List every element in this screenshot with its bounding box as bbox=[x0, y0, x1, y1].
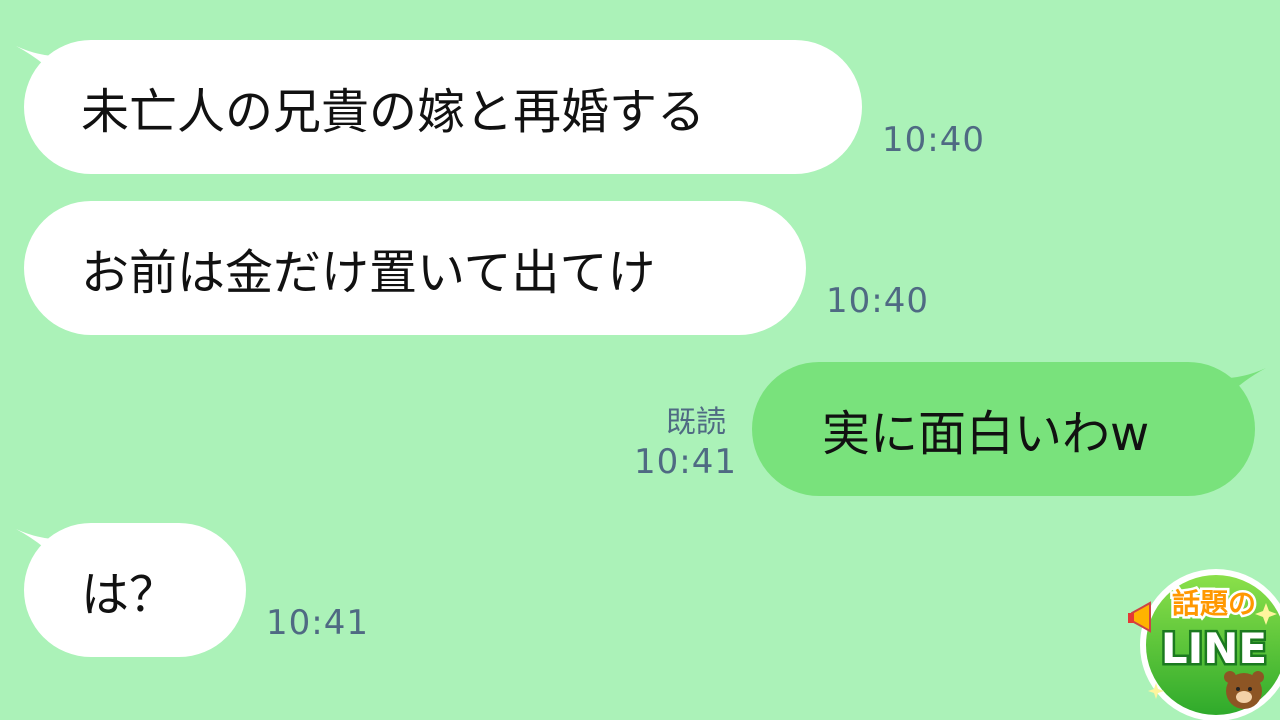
outgoing-message-bubble[interactable]: 実に面白いわw bbox=[752, 362, 1255, 496]
logo-title: 話題の bbox=[1172, 587, 1256, 620]
message-text: 実に面白いわw bbox=[822, 406, 1150, 462]
message-timestamp: 10:40 bbox=[882, 120, 985, 160]
incoming-message-bubble[interactable]: は？ bbox=[24, 523, 246, 657]
channel-logo: 話題の LINE bbox=[1128, 569, 1280, 720]
message-timestamp: 10:41 bbox=[634, 442, 737, 482]
message-text: 未亡人の兄貴の嫁と再婚する bbox=[81, 84, 706, 140]
message-timestamp: 10:41 bbox=[266, 603, 369, 643]
message-text: お前は金だけ置いて出てけ bbox=[81, 245, 656, 301]
message-text: は？ bbox=[81, 567, 178, 623]
incoming-message-bubble[interactable]: お前は金だけ置いて出てけ bbox=[24, 201, 806, 335]
read-receipt: 既読 bbox=[666, 405, 726, 440]
megaphone-icon bbox=[1128, 601, 1151, 633]
logo-brand: LINE bbox=[1161, 624, 1267, 673]
message-timestamp: 10:40 bbox=[826, 281, 929, 321]
incoming-message-bubble[interactable]: 未亡人の兄貴の嫁と再婚する bbox=[24, 40, 862, 174]
